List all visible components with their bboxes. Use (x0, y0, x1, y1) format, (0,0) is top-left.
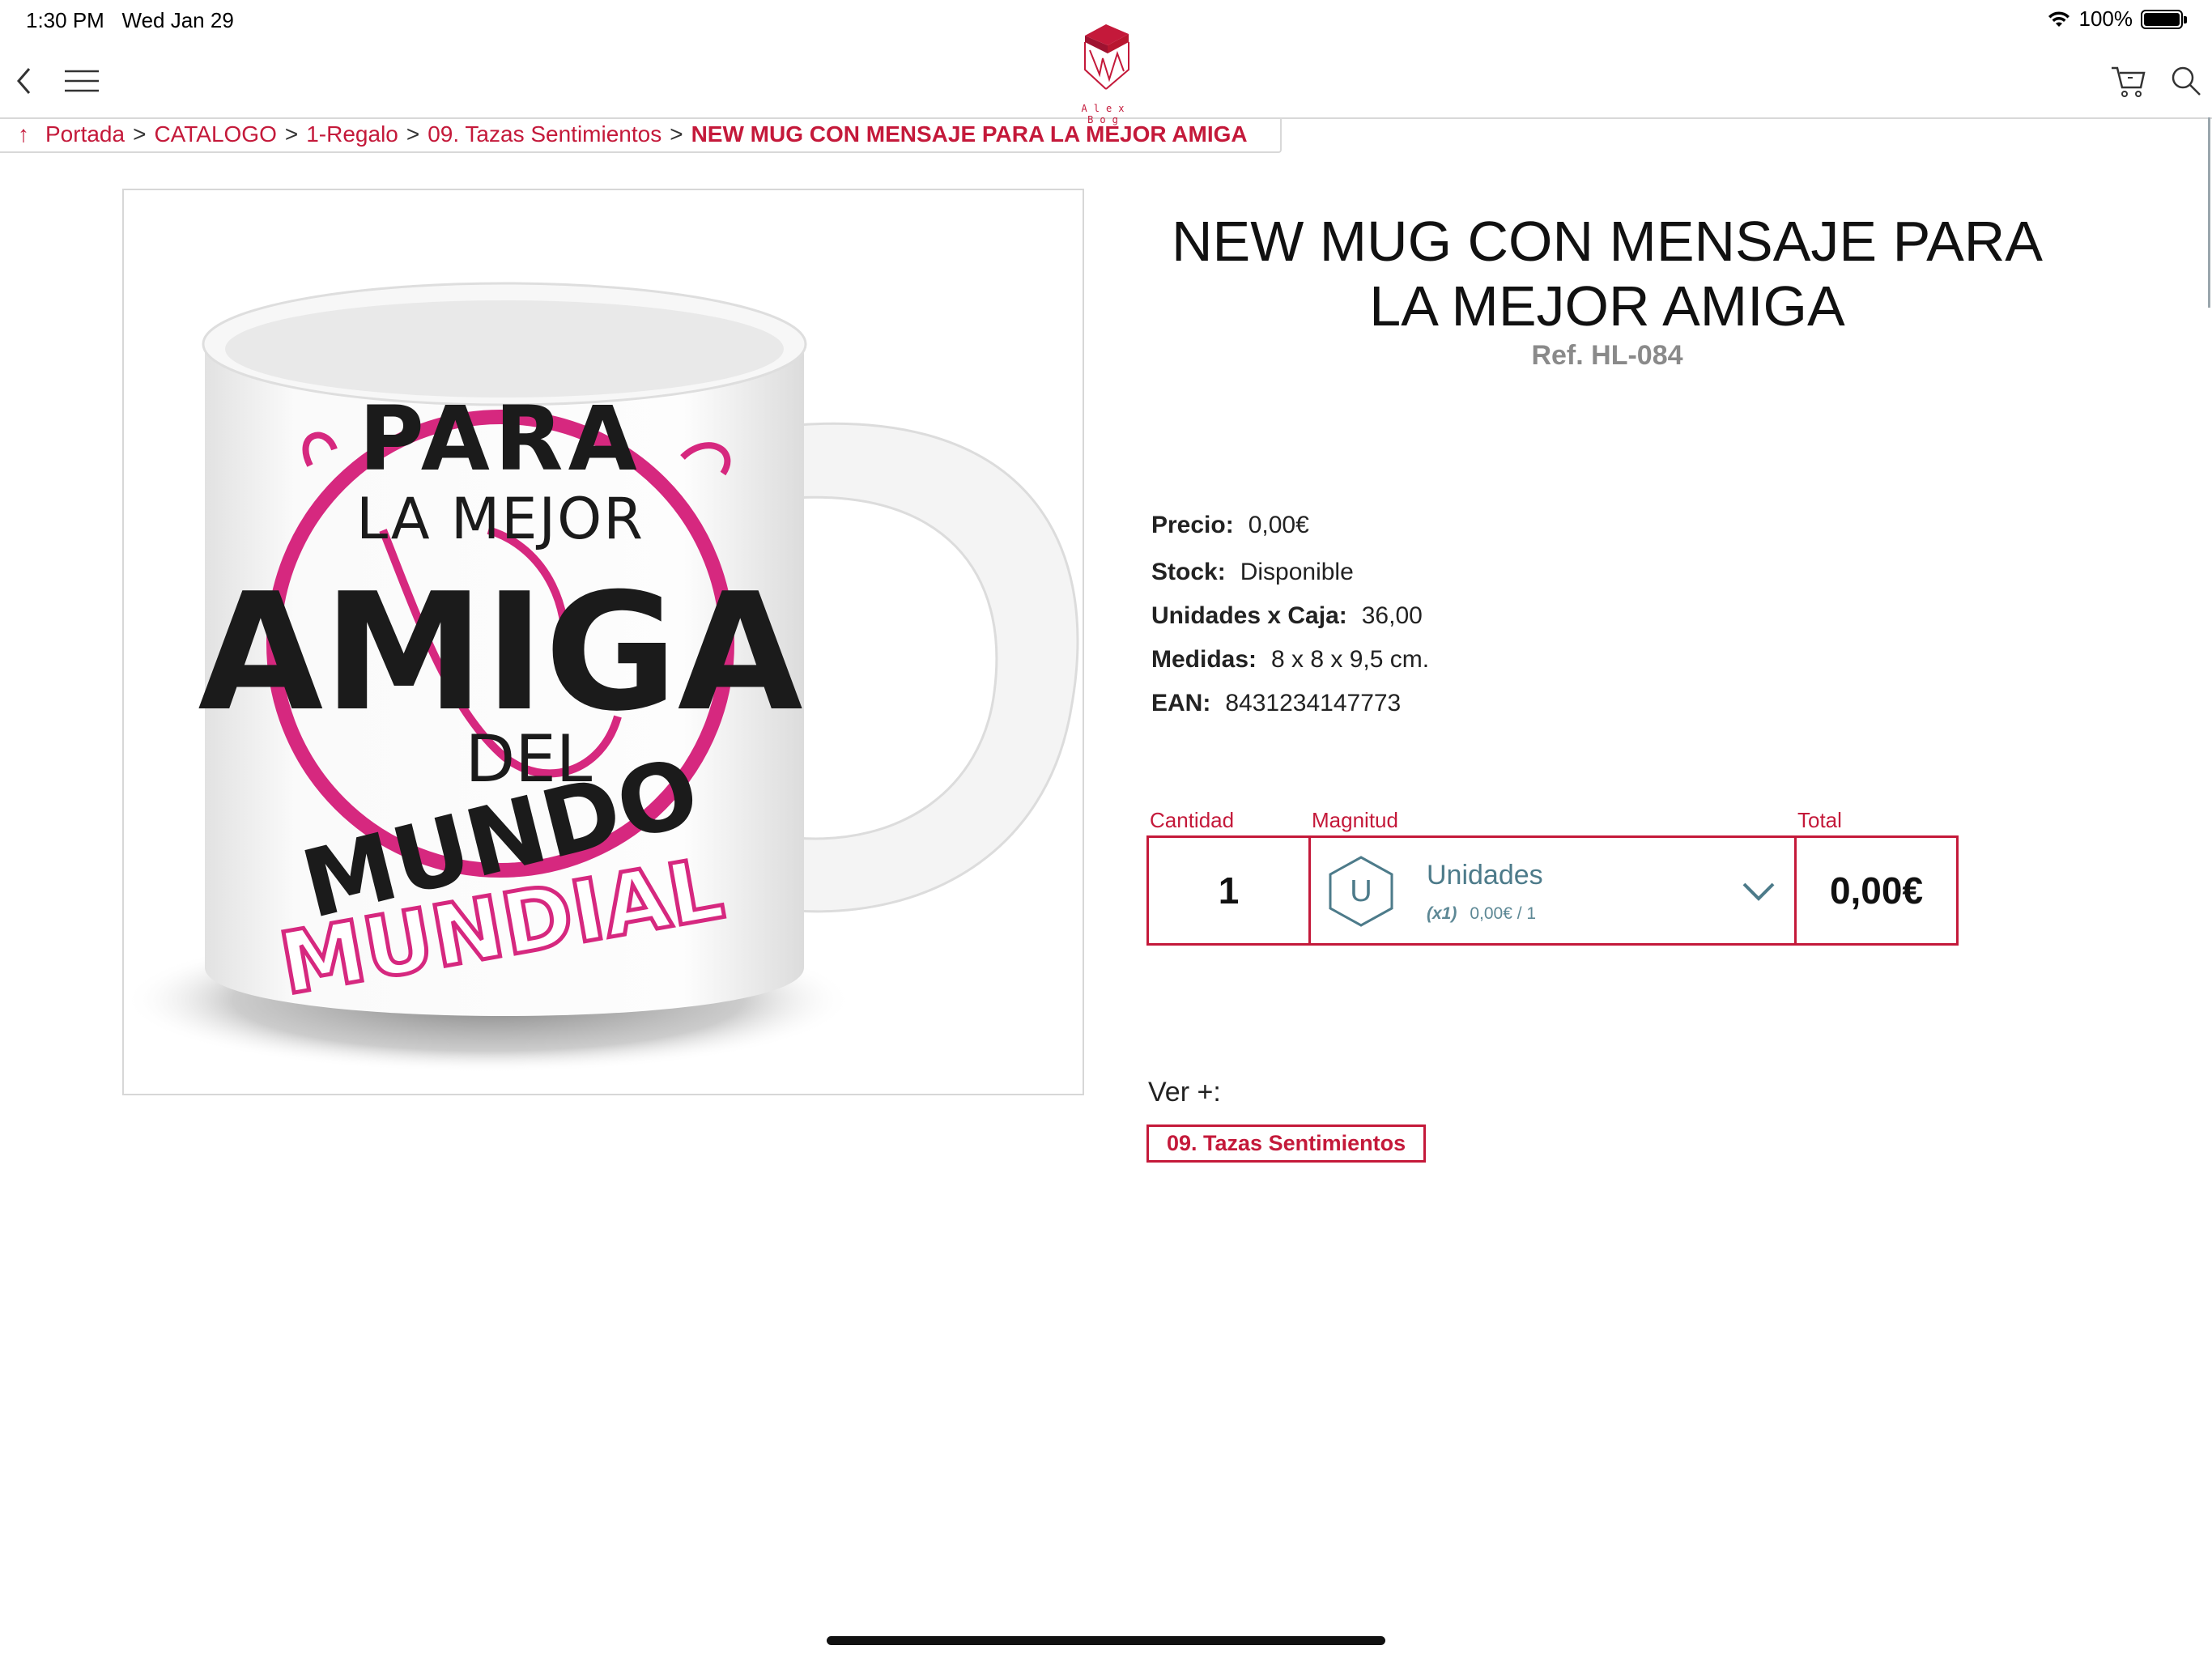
spec-value: 8 x 8 x 9,5 cm. (1271, 646, 1430, 673)
scroll-indicator (2208, 117, 2210, 308)
cart-icon[interactable] (2110, 63, 2147, 99)
breadcrumb-link-regalo[interactable]: 1-Regalo (306, 121, 398, 147)
breadcrumb-separator: > (406, 121, 420, 147)
mug-text-amiga: AMIGA (198, 559, 802, 747)
spec-stock: Stock: Disponible (1151, 559, 1354, 586)
back-chevron-icon[interactable] (15, 66, 34, 96)
spec-dimensions: Medidas: 8 x 8 x 9,5 cm. (1151, 646, 1429, 674)
chevron-down-icon[interactable] (1741, 880, 1776, 903)
product-title: NEW MUG CON MENSAJE PARA LA MEJOR AMIGA (1134, 209, 2081, 338)
breadcrumb-link-tazas[interactable]: 09. Tazas Sentimientos (428, 121, 661, 147)
magnitude-label: Magnitud (1312, 808, 1398, 832)
product-image[interactable]: PARA LA MEJOR AMIGA DEL MUNDO MUNDIAL (122, 189, 1084, 1095)
logo-cube-icon (1084, 24, 1129, 90)
spec-price: Precio: 0,00€ (1151, 512, 1309, 539)
unit-letter: U (1350, 874, 1372, 908)
spec-value: Disponible (1240, 559, 1354, 585)
spec-label: EAN: (1151, 690, 1211, 716)
breadcrumb-link-catalogo[interactable]: CATALOGO (154, 121, 276, 147)
product-title-line1: NEW MUG CON MENSAJE PARA (1171, 210, 2043, 273)
quantity-label: Cantidad (1150, 808, 1235, 832)
breadcrumb-separator: > (670, 121, 683, 147)
breadcrumb-link-portada[interactable]: Portada (45, 121, 125, 147)
related-category-button[interactable]: 09. Tazas Sentimientos (1146, 1124, 1427, 1163)
unit-name: Unidades (1427, 860, 1543, 891)
spec-label: Precio: (1151, 512, 1234, 538)
spec-value: 0,00€ (1248, 512, 1309, 538)
breadcrumb-up-arrow[interactable]: ↑ (18, 121, 29, 147)
breadcrumb: ↑ Portada > CATALOGO > 1-Regalo > 09. Ta… (0, 117, 1282, 153)
spec-label: Unidades x Caja: (1151, 602, 1347, 629)
home-indicator[interactable] (827, 1636, 1385, 1645)
total-value: 0,00€ (1794, 835, 1959, 946)
see-more-label: Ver +: (1148, 1077, 1221, 1107)
spec-ean: EAN: 8431234147773 (1151, 690, 1401, 717)
unit-multiplier: (x1) (1427, 904, 1457, 923)
product-title-line2: LA MEJOR AMIGA (1369, 274, 1845, 338)
spec-value: 8431234147773 (1225, 690, 1402, 716)
breadcrumb-separator: > (284, 121, 299, 147)
unit-detail: (x1) 0,00€ / 1 (1427, 904, 1536, 924)
mug-text-para: PARA (359, 387, 642, 491)
spec-label: Medidas: (1151, 646, 1257, 673)
product-ref: Ref. HL-084 (1531, 340, 1683, 371)
hamburger-menu-icon[interactable] (65, 70, 99, 92)
search-icon[interactable] (2170, 65, 2202, 97)
unit-price: 0,00€ / 1 (1470, 904, 1537, 923)
magnitude-select[interactable]: U Unidades (x1) 0,00€ / 1 (1308, 835, 1797, 946)
brand-logo[interactable]: Alex Bog (1061, 18, 1151, 125)
spec-units-per-box: Unidades x Caja: 36,00 (1151, 602, 1423, 630)
mug-text-la-mejor: LA MEJOR (356, 486, 644, 552)
unit-hexagon-icon: U (1329, 856, 1393, 927)
total-label: Total (1797, 808, 1842, 832)
quantity-input[interactable]: 1 (1146, 835, 1311, 946)
breadcrumb-separator: > (133, 121, 147, 147)
breadcrumb-current: NEW MUG CON MENSAJE PARA LA MEJOR AMIGA (691, 121, 1248, 147)
mug-illustration: PARA LA MEJOR AMIGA DEL MUNDO MUNDIAL (124, 282, 1079, 1073)
spec-value: 36,00 (1361, 602, 1423, 629)
spec-label: Stock: (1151, 559, 1226, 585)
